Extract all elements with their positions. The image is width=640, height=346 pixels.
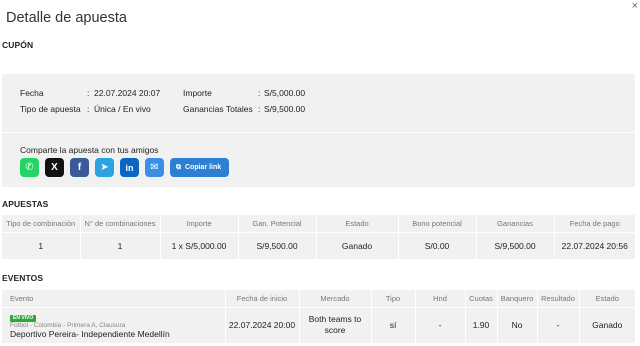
importe-row: Importe : S/5,000.00 — [183, 88, 305, 98]
cell-resultado: - — [536, 306, 579, 343]
cell-num-combinaciones: 1 — [79, 231, 160, 259]
table-row: 1 1 1 x S/5,000.00 S/9,500.00 Ganado S/0… — [2, 231, 635, 259]
live-badge: EN VIVO — [10, 314, 37, 322]
share-icons: ✆ X f ➤ in ✉ ⧉ Copiar link — [20, 158, 230, 177]
ganancias-colon: : — [258, 104, 261, 114]
coupon-section-label: CUPÓN — [2, 40, 34, 50]
copy-icon: ⧉ — [176, 163, 181, 171]
table-row: EN VIVO Fútbol - Colombia - Primera A, C… — [2, 306, 635, 343]
col-estado-evento: Estado — [578, 290, 635, 307]
apuestas-section-label: APUESTAS — [2, 199, 49, 209]
importe-value: S/5,000.00 — [264, 88, 306, 98]
event-match[interactable]: Deportivo Pereira- Independiente Medellí… — [10, 330, 225, 339]
col-mercado: Mercado — [298, 290, 371, 307]
modal-title: Detalle de apuesta — [6, 10, 127, 26]
col-estado: Estado — [315, 215, 398, 232]
cell-gan-potencial: S/9,500.00 — [237, 231, 316, 259]
telegram-icon[interactable]: ➤ — [95, 158, 114, 177]
ganancias-label: Ganancias Totales — [183, 104, 253, 114]
x-twitter-icon[interactable]: X — [45, 158, 64, 177]
importe-label: Importe — [183, 88, 212, 98]
linkedin-icon[interactable]: in — [120, 158, 139, 177]
tipo-value: Única / En vivo — [94, 104, 151, 114]
cell-fecha-inicio: 22.07.2024 20:00 — [224, 306, 299, 343]
cell-estado: Ganado — [315, 231, 398, 259]
col-tipo: Tipo — [370, 290, 415, 307]
col-num-combinaciones: N° de combinaciones — [79, 215, 160, 232]
col-bono-potencial: Bono potencial — [397, 215, 476, 232]
whatsapp-icon[interactable]: ✆ — [20, 158, 39, 177]
coupon-panel: Fecha : 22.07.2024 20:07 Tipo de apuesta… — [2, 74, 635, 187]
cell-fecha-pago: 22.07.2024 20:56 — [553, 231, 635, 259]
col-gan-potencial: Gan. Potencial — [237, 215, 316, 232]
col-hnd: Hnd — [414, 290, 465, 307]
fecha-value: 22.07.2024 20:07 — [94, 88, 161, 98]
close-icon[interactable]: × — [632, 0, 638, 12]
cell-mercado: Both teams to score — [298, 306, 371, 343]
copy-link-button[interactable]: ⧉ Copiar link — [170, 158, 230, 177]
col-banquero: Banquero — [496, 290, 537, 307]
cell-hnd: - — [414, 306, 465, 343]
col-ganancias: Ganancias — [475, 215, 554, 232]
col-fecha-pago: Fecha de pago — [553, 215, 635, 232]
tipo-colon: : — [87, 104, 90, 114]
cell-importe: 1 x S/5,000.00 — [159, 231, 238, 259]
ganancias-value: S/9,500.00 — [264, 104, 306, 114]
cell-banquero: No — [496, 306, 537, 343]
coupon-divider — [2, 132, 635, 133]
tipo-label: Tipo de apuesta — [20, 104, 81, 114]
copy-link-label: Copiar link — [185, 164, 222, 171]
importe-colon: : — [258, 88, 261, 98]
apuestas-header-row: Tipo de combinación N° de combinaciones … — [2, 215, 635, 232]
tipo-row: Tipo de apuesta : Única / En vivo — [20, 104, 151, 114]
col-fecha-inicio: Fecha de inicio — [224, 290, 299, 307]
col-evento: Evento — [2, 290, 225, 307]
col-tipo-combinacion: Tipo de combinación — [2, 215, 80, 232]
cell-cuotas: 1.90 — [464, 306, 497, 343]
cell-estado-evento: Ganado — [578, 306, 635, 343]
cell-bono-potencial: S/0.00 — [397, 231, 476, 259]
cell-tipo: sí — [370, 306, 415, 343]
share-text: Comparte la apuesta con tus amigos — [20, 145, 159, 155]
email-icon[interactable]: ✉ — [145, 158, 164, 177]
col-cuotas: Cuotas — [464, 290, 497, 307]
col-importe: Importe — [159, 215, 238, 232]
col-resultado: Resultado — [536, 290, 579, 307]
cell-tipo-combinacion: 1 — [2, 231, 80, 259]
eventos-section-label: EVENTOS — [2, 273, 44, 283]
fecha-label: Fecha — [20, 88, 44, 98]
eventos-table: Evento Fecha de inicio Mercado Tipo Hnd … — [2, 290, 635, 343]
cell-ganancias: S/9,500.00 — [475, 231, 554, 259]
fecha-row: Fecha : 22.07.2024 20:07 — [20, 88, 160, 98]
fecha-colon: : — [87, 88, 90, 98]
eventos-header-row: Evento Fecha de inicio Mercado Tipo Hnd … — [2, 290, 635, 307]
facebook-icon[interactable]: f — [70, 158, 89, 177]
cell-evento: EN VIVO Fútbol - Colombia - Primera A, C… — [2, 306, 225, 343]
apuestas-table: Tipo de combinación N° de combinaciones … — [2, 215, 635, 259]
ganancias-row: Ganancias Totales : S/9,500.00 — [183, 104, 305, 114]
